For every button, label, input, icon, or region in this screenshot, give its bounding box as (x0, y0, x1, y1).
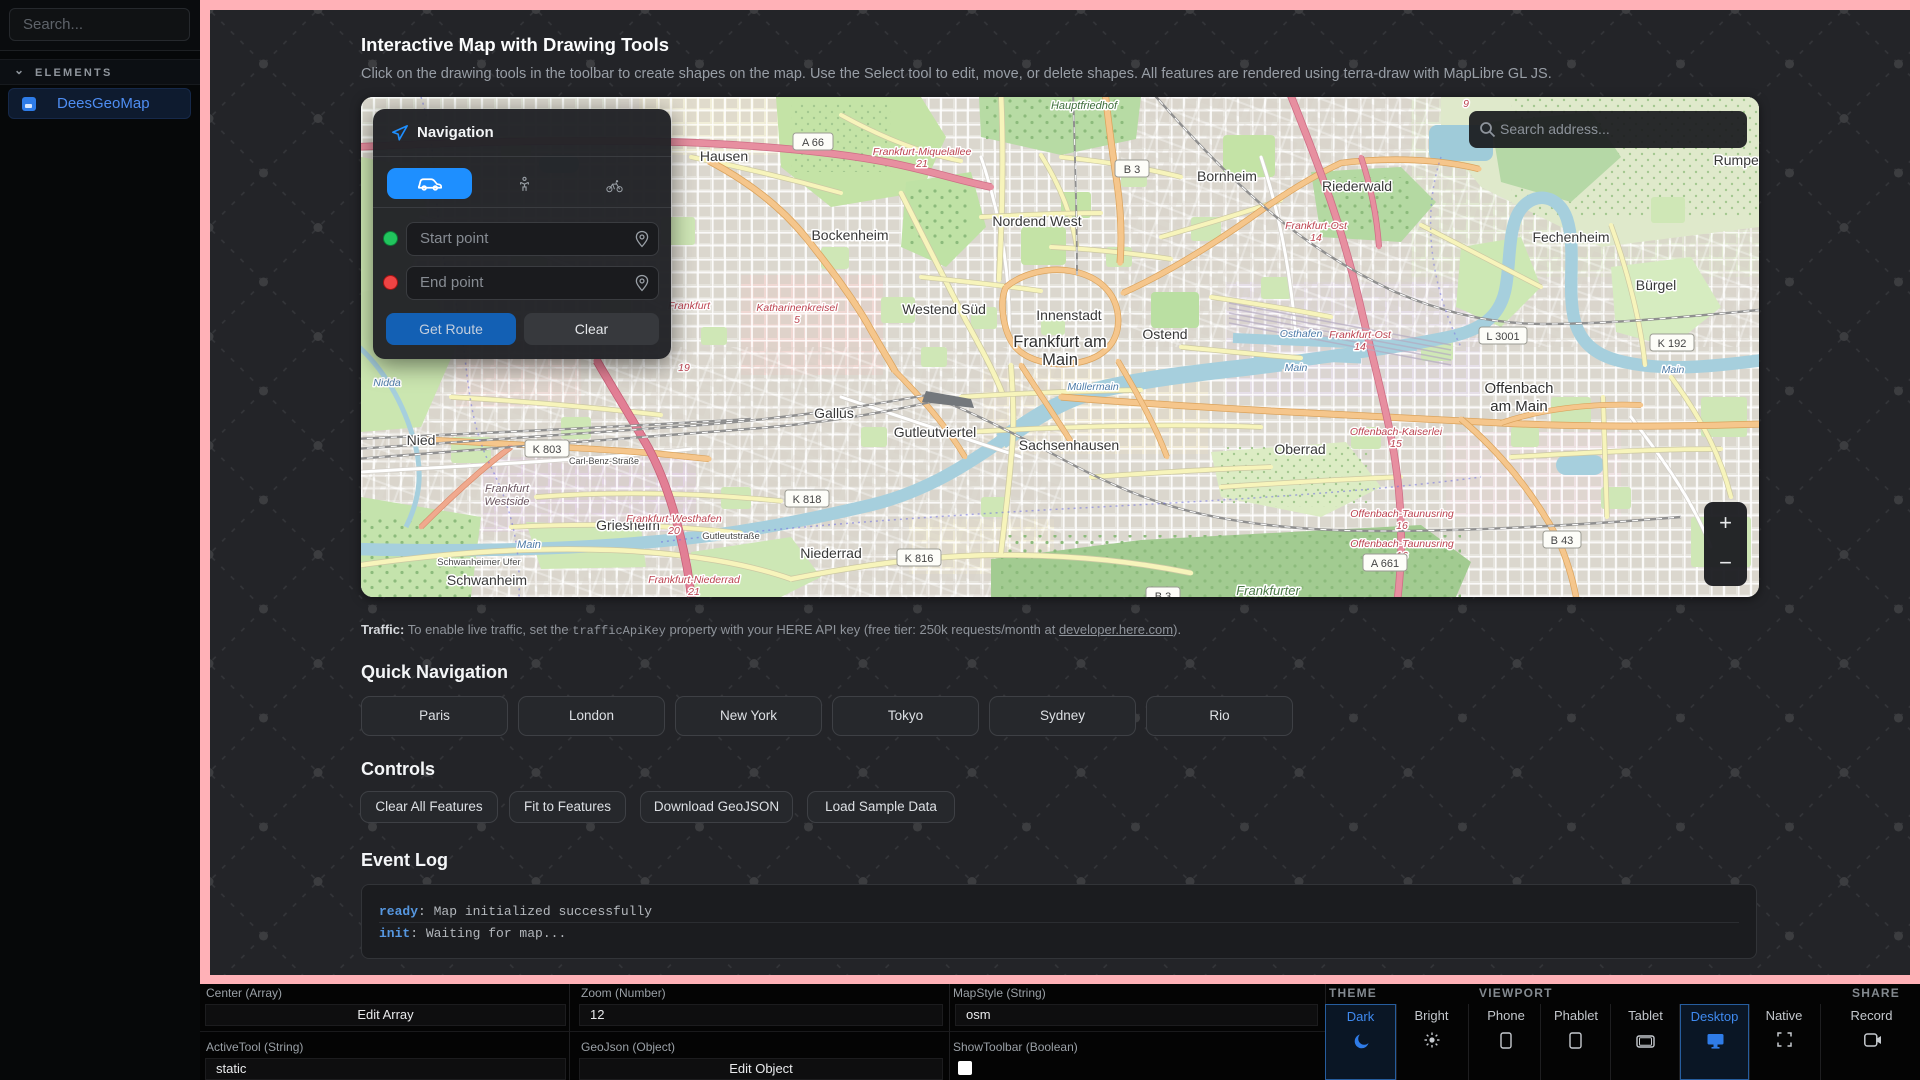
svg-text:K 818: K 818 (793, 494, 822, 506)
svg-text:Sachsenhausen: Sachsenhausen (1019, 437, 1119, 453)
svg-text:Innenstadt: Innenstadt (1036, 307, 1101, 323)
svg-text:Schwanheimer Ufer: Schwanheimer Ufer (437, 557, 520, 568)
svg-text:B 43: B 43 (1551, 535, 1574, 547)
svg-text:Hausen: Hausen (700, 148, 748, 164)
svg-text:19: 19 (678, 362, 690, 374)
svg-text:Frankfurt-Miquelallee: Frankfurt-Miquelallee (873, 146, 972, 158)
svg-text:Nordend West: Nordend West (992, 213, 1081, 229)
svg-text:Main: Main (517, 539, 541, 551)
svg-text:Riederwald: Riederwald (1322, 178, 1392, 194)
svg-text:Bockenheim: Bockenheim (811, 227, 888, 243)
svg-text:Main: Main (1662, 364, 1685, 376)
svg-text:9: 9 (1463, 98, 1469, 110)
svg-text:K 816: K 816 (905, 553, 934, 565)
svg-text:K 192: K 192 (1658, 338, 1687, 350)
svg-text:A 66: A 66 (802, 137, 824, 149)
svg-text:Bürgel: Bürgel (1636, 277, 1676, 293)
svg-text:20: 20 (667, 525, 680, 537)
svg-text:Müllermain: Müllermain (1067, 381, 1119, 393)
svg-text:Westside: Westside (484, 496, 529, 508)
svg-text:A 661: A 661 (1371, 558, 1399, 570)
svg-text:Frankfurt: Frankfurt (668, 300, 711, 312)
svg-text:Nidda: Nidda (373, 377, 401, 389)
svg-text:Frankfurt: Frankfurt (485, 483, 530, 495)
svg-text:14: 14 (1310, 232, 1322, 244)
svg-text:Gutleutstraße: Gutleutstraße (702, 531, 760, 542)
svg-text:14: 14 (1354, 341, 1366, 353)
svg-text:Frankfurt am: Frankfurt am (1013, 333, 1107, 351)
svg-text:Katharinenkreisel: Katharinenkreisel (756, 302, 838, 314)
svg-text:5: 5 (794, 314, 800, 326)
svg-text:21: 21 (915, 158, 928, 170)
svg-text:B 3: B 3 (1155, 591, 1172, 597)
svg-text:Offenbach-Taunusring: Offenbach-Taunusring (1350, 538, 1454, 550)
svg-text:Bornheim: Bornheim (1197, 168, 1257, 184)
svg-text:Frankfurt-Ost: Frankfurt-Ost (1329, 329, 1392, 341)
svg-text:Frankfurt-Ost: Frankfurt-Ost (1285, 220, 1348, 232)
svg-text:15: 15 (1390, 438, 1402, 450)
svg-text:Gallus: Gallus (814, 405, 854, 421)
svg-text:B 3: B 3 (1124, 164, 1141, 176)
svg-text:Gutleutviertel: Gutleutviertel (894, 424, 976, 440)
svg-text:Main: Main (1042, 351, 1078, 369)
svg-text:K 803: K 803 (533, 444, 562, 456)
svg-text:L 3001: L 3001 (1486, 331, 1519, 343)
svg-text:Hauptfriedhof: Hauptfriedhof (1051, 100, 1118, 112)
svg-text:Offenbach-Kaiserlei: Offenbach-Kaiserlei (1350, 426, 1443, 438)
svg-text:Main: Main (1285, 362, 1308, 374)
svg-text:Nied: Nied (407, 432, 436, 448)
svg-text:Niederrad: Niederrad (800, 545, 861, 561)
svg-text:am Main: am Main (1490, 398, 1548, 415)
svg-text:21: 21 (687, 586, 700, 597)
svg-text:Carl-Benz-Straße: Carl-Benz-Straße (569, 456, 639, 466)
svg-text:Frankfurt-Niederrad: Frankfurt-Niederrad (648, 574, 741, 586)
svg-text:Ostend: Ostend (1142, 326, 1187, 342)
svg-text:Westend Süd: Westend Süd (902, 301, 986, 317)
svg-text:Fechenheim: Fechenheim (1532, 229, 1609, 245)
svg-text:16: 16 (1396, 520, 1408, 532)
svg-text:Offenbach: Offenbach (1485, 380, 1554, 397)
svg-text:Offenbach-Taunusring: Offenbach-Taunusring (1350, 508, 1454, 520)
svg-text:Schwanheim: Schwanheim (447, 572, 527, 588)
svg-text:Frankfurter: Frankfurter (1236, 583, 1300, 597)
svg-text:Frankfurt-Westhafen: Frankfurt-Westhafen (626, 513, 722, 525)
svg-text:Osthafen: Osthafen (1280, 328, 1323, 340)
svg-text:Oberrad: Oberrad (1274, 441, 1325, 457)
svg-text:Rumpenh: Rumpenh (1714, 152, 1759, 168)
